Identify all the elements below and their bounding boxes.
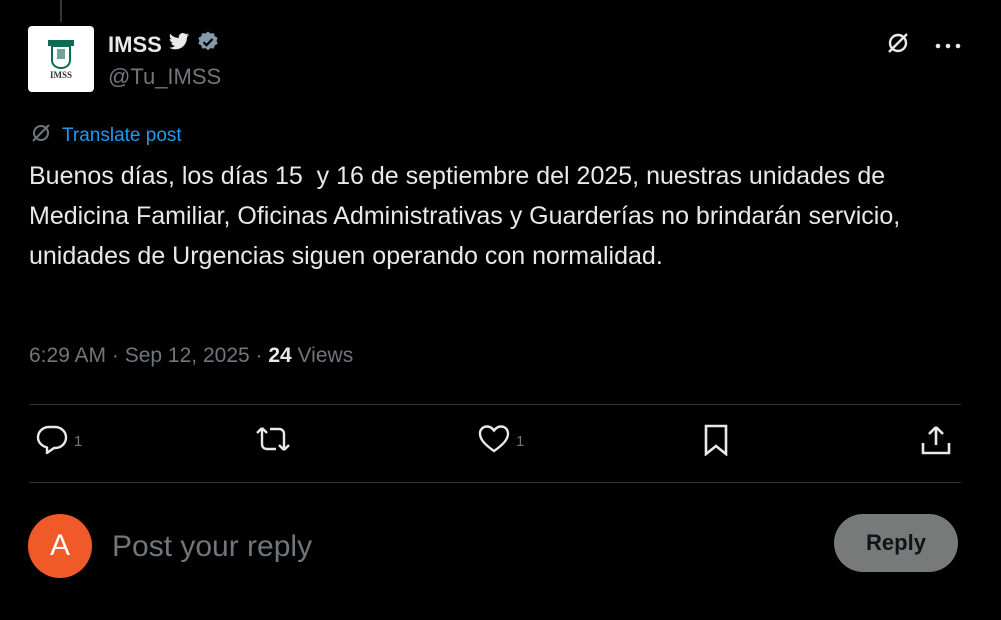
reply-button[interactable]: Reply	[834, 514, 958, 572]
post-date[interactable]: Sep 12, 2025	[125, 344, 250, 367]
imss-logo: IMSS	[48, 40, 74, 80]
repost-action[interactable]	[254, 424, 298, 458]
reply-count: 1	[74, 432, 83, 450]
reply-icon	[36, 424, 68, 458]
like-count: 1	[516, 432, 525, 450]
bookmark-action[interactable]	[702, 424, 730, 460]
imss-logo-text: IMSS	[50, 70, 72, 80]
post-meta: 6:29 AM · Sep 12, 2025 · 24 Views	[29, 344, 353, 368]
more-icon[interactable]	[935, 37, 961, 55]
divider	[29, 404, 961, 405]
reply-avatar-letter: A	[49, 529, 70, 562]
reply-action[interactable]: 1	[36, 424, 82, 458]
meta-separator: ·	[106, 344, 125, 367]
translate-post-label[interactable]: Translate post	[62, 125, 182, 147]
twitter-bird-icon	[168, 32, 190, 57]
post-actions-bar: 1 1	[34, 424, 954, 464]
thread-line	[60, 0, 62, 22]
grok-icon[interactable]	[885, 30, 911, 61]
meta-separator: ·	[249, 344, 269, 367]
share-icon	[920, 424, 952, 460]
views-label: Views	[291, 344, 354, 367]
author-name-row: IMSS	[108, 30, 220, 59]
author-handle[interactable]: @Tu_IMSS	[108, 64, 221, 90]
reply-composer: A Reply	[28, 514, 960, 578]
repost-icon	[254, 424, 292, 458]
post-top-actions	[885, 30, 961, 61]
author-avatar[interactable]: IMSS	[28, 26, 94, 92]
verified-badge-icon[interactable]	[196, 30, 220, 59]
divider	[29, 482, 961, 483]
reply-user-avatar[interactable]: A	[28, 514, 92, 578]
like-action[interactable]: 1	[478, 424, 524, 458]
views-count[interactable]: 24	[268, 344, 291, 367]
author-display-name[interactable]: IMSS	[108, 32, 162, 58]
share-action[interactable]	[920, 424, 952, 460]
reply-input[interactable]	[110, 524, 794, 570]
post-text: Buenos días, los días 15 y 16 de septiem…	[29, 162, 908, 270]
bookmark-icon	[702, 424, 730, 460]
like-icon	[478, 424, 510, 458]
post-time[interactable]: 6:29 AM	[29, 344, 106, 367]
translate-post-link[interactable]: Translate post	[30, 122, 182, 149]
translate-icon	[30, 122, 52, 149]
